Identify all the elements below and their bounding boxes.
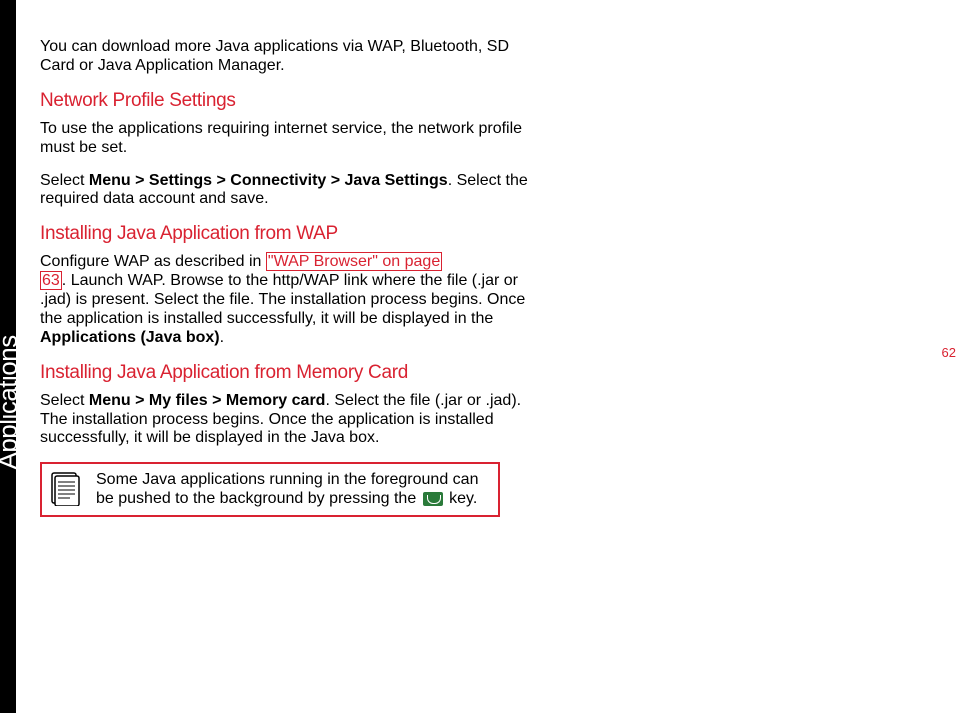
note-icon xyxy=(48,470,86,508)
note-box: Some Java applications running in the fo… xyxy=(40,462,500,516)
bold-applications-javabox: Applications (Java box) xyxy=(40,329,220,346)
text-fragment: . Launch WAP. Browse to the http/WAP lin… xyxy=(40,272,525,327)
heading-network-profile: Network Profile Settings xyxy=(40,90,540,112)
call-key-icon xyxy=(423,492,443,506)
cross-reference-link-page[interactable]: 63 xyxy=(40,271,62,290)
text-fragment: Configure WAP as described in xyxy=(40,253,266,270)
install-wap-p1: Configure WAP as described in "WAP Brows… xyxy=(40,253,540,347)
install-memory-p1: Select Menu > My files > Memory card. Se… xyxy=(40,392,540,449)
cross-reference-link[interactable]: "WAP Browser" on page xyxy=(266,252,442,271)
note-text: Some Java applications running in the fo… xyxy=(96,470,492,508)
link-text-part1: "WAP Browser" on page xyxy=(268,253,440,270)
heading-install-wap: Installing Java Application from WAP xyxy=(40,223,540,245)
note-text-part1: Some Java applications running in the fo… xyxy=(96,471,478,507)
link-text-part2: 63 xyxy=(42,272,60,289)
main-content: You can download more Java applications … xyxy=(40,38,540,517)
intro-paragraph: You can download more Java applications … xyxy=(40,38,540,76)
note-text-part2: key. xyxy=(445,490,478,507)
sidebar-chapter-label: Applications xyxy=(0,335,24,469)
text-fragment: Select xyxy=(40,172,89,189)
page-number: 62 xyxy=(942,345,956,360)
heading-install-memory: Installing Java Application from Memory … xyxy=(40,362,540,384)
text-fragment: Select xyxy=(40,392,89,409)
network-profile-p1: To use the applications requiring intern… xyxy=(40,120,540,158)
menu-path-java-settings: Menu > Settings > Connectivity > Java Se… xyxy=(89,172,448,189)
text-fragment: . xyxy=(220,329,224,346)
network-profile-p2: Select Menu > Settings > Connectivity > … xyxy=(40,172,540,210)
menu-path-memory-card: Menu > My files > Memory card xyxy=(89,392,326,409)
